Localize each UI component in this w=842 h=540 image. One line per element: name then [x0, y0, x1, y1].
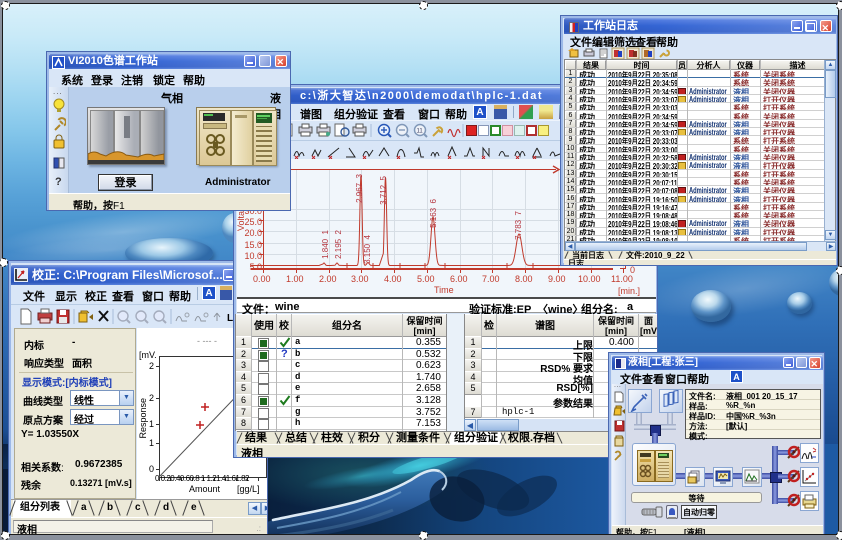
svg-text:?: ? [55, 176, 62, 188]
